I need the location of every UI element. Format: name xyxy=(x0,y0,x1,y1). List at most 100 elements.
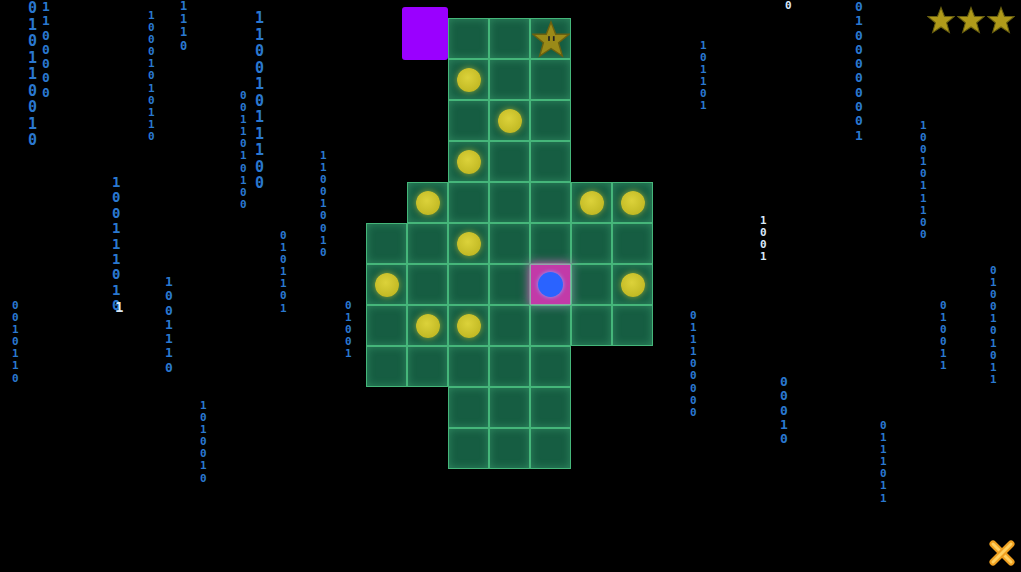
board-cell xyxy=(571,346,612,387)
board-cell xyxy=(571,141,612,182)
binary-rain: 0010110 xyxy=(12,300,23,385)
board-cell[interactable] xyxy=(448,387,489,428)
coin-icon xyxy=(498,109,522,133)
player-icon[interactable] xyxy=(538,272,563,297)
board-cell[interactable] xyxy=(530,100,571,141)
board-cell[interactable] xyxy=(366,264,407,305)
coin-icon xyxy=(621,191,645,215)
board-cell xyxy=(612,346,653,387)
goal-star-icon xyxy=(532,20,570,58)
binary-rain: 0101101 xyxy=(280,230,291,315)
binary-rain: 1001110 xyxy=(165,275,178,375)
coin-icon xyxy=(416,191,440,215)
board-cell[interactable] xyxy=(489,428,530,469)
board-cell[interactable] xyxy=(448,59,489,100)
board-cell[interactable] xyxy=(530,141,571,182)
board-cell xyxy=(366,182,407,223)
board-cell[interactable] xyxy=(448,18,489,59)
binary-rain: 110010010 xyxy=(320,150,331,259)
board-cell xyxy=(571,387,612,428)
board-cell[interactable] xyxy=(530,182,571,223)
coin-icon xyxy=(457,232,481,256)
board-cell[interactable] xyxy=(530,264,571,305)
game-board xyxy=(366,18,653,469)
board-cell[interactable] xyxy=(612,305,653,346)
board-cell[interactable] xyxy=(530,18,571,59)
board-cell[interactable] xyxy=(448,182,489,223)
board-cell xyxy=(407,387,448,428)
coin-icon xyxy=(580,191,604,215)
close-icon[interactable] xyxy=(987,538,1017,568)
binary-rain: 10001010110 xyxy=(148,10,159,143)
board-cell[interactable] xyxy=(571,305,612,346)
board-cell[interactable] xyxy=(571,264,612,305)
board-cell[interactable] xyxy=(448,305,489,346)
board-cell[interactable] xyxy=(530,428,571,469)
binary-rain: 01001 xyxy=(345,300,356,360)
board-cell[interactable] xyxy=(489,100,530,141)
board-cell xyxy=(612,100,653,141)
board-cell[interactable] xyxy=(612,182,653,223)
board-cell xyxy=(407,141,448,182)
board-cell xyxy=(407,428,448,469)
board-cell xyxy=(366,18,407,59)
binary-rain: 1001011100 xyxy=(920,120,931,241)
board-cell[interactable] xyxy=(448,428,489,469)
board-cell[interactable] xyxy=(530,59,571,100)
exit-block xyxy=(402,7,448,60)
rating-star-icon xyxy=(957,6,985,34)
board-cell[interactable] xyxy=(530,346,571,387)
board-cell[interactable] xyxy=(489,18,530,59)
binary-rain: 1 xyxy=(115,300,129,315)
board-cell[interactable] xyxy=(407,346,448,387)
binary-rain: 00010 xyxy=(780,375,793,446)
binary-rain: 0 xyxy=(785,0,796,12)
board-cell[interactable] xyxy=(407,305,448,346)
board-cell[interactable] xyxy=(448,223,489,264)
board-cell[interactable] xyxy=(530,223,571,264)
board-cell[interactable] xyxy=(571,223,612,264)
board-cell xyxy=(366,387,407,428)
board-cell[interactable] xyxy=(407,264,448,305)
binary-rain: 1100000 xyxy=(42,0,55,100)
board-cell[interactable] xyxy=(571,182,612,223)
board-cell[interactable] xyxy=(366,346,407,387)
board-cell[interactable] xyxy=(407,223,448,264)
board-cell[interactable] xyxy=(489,346,530,387)
coin-icon xyxy=(457,68,481,92)
board-cell[interactable] xyxy=(407,182,448,223)
board-cell[interactable] xyxy=(530,305,571,346)
board-cell[interactable] xyxy=(489,141,530,182)
board-cell[interactable] xyxy=(448,141,489,182)
board-cell xyxy=(366,428,407,469)
binary-rain: 011100000 xyxy=(690,310,701,419)
board-cell[interactable] xyxy=(612,264,653,305)
coin-icon xyxy=(621,273,645,297)
coin-icon xyxy=(457,150,481,174)
board-cell[interactable] xyxy=(489,264,530,305)
board-cell xyxy=(366,141,407,182)
board-cell xyxy=(571,428,612,469)
board-cell[interactable] xyxy=(612,223,653,264)
board-cell[interactable] xyxy=(530,387,571,428)
binary-rain: 101101 xyxy=(700,40,711,113)
board-cell xyxy=(612,18,653,59)
board-cell[interactable] xyxy=(448,100,489,141)
binary-rain: 010110010 xyxy=(28,0,43,149)
board-cell xyxy=(571,100,612,141)
coin-icon xyxy=(416,314,440,338)
board-cell[interactable] xyxy=(489,305,530,346)
board-cell[interactable] xyxy=(448,264,489,305)
board-cell[interactable] xyxy=(489,223,530,264)
board-cell[interactable] xyxy=(489,182,530,223)
board-cell[interactable] xyxy=(448,346,489,387)
board-cell[interactable] xyxy=(366,305,407,346)
board-cell xyxy=(612,428,653,469)
board-cell[interactable] xyxy=(366,223,407,264)
binary-rain: 1010010 xyxy=(200,400,211,485)
board-cell[interactable] xyxy=(489,59,530,100)
coin-icon xyxy=(375,273,399,297)
binary-rain: 0100000001 xyxy=(855,0,868,143)
board-cell[interactable] xyxy=(489,387,530,428)
rating-star-icon xyxy=(987,6,1015,34)
